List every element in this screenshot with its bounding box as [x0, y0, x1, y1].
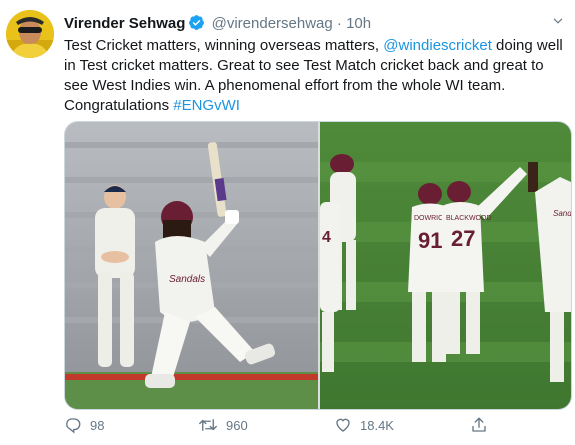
photo-batsman[interactable]: Sandals	[65, 122, 318, 409]
photo-celebration[interactable]: 4 DOWRICH 91 BLACKWOOD 27 San	[320, 122, 571, 409]
verified-badge-icon	[188, 14, 205, 36]
chevron-down-icon[interactable]	[551, 14, 565, 31]
retweet-icon	[198, 416, 218, 434]
jersey-sponsor-text: Sandals	[553, 209, 571, 218]
tweet-card[interactable]: Virender Sehwag @virendersehwag · 10h Te…	[0, 0, 575, 445]
retweet-button[interactable]: 960	[198, 416, 248, 434]
reply-icon	[64, 416, 82, 434]
tweet-text-part: Test Cricket matters, winning overseas m…	[64, 37, 384, 54]
tweet-actions: 98 960 18.4K	[64, 416, 554, 440]
author-name[interactable]: Virender Sehwag	[64, 15, 185, 32]
reply-button[interactable]: 98	[64, 416, 104, 434]
author-handle[interactable]: @virendersehwag	[212, 15, 333, 32]
tweet-header: Virender Sehwag @virendersehwag · 10h	[64, 14, 371, 36]
share-button[interactable]	[470, 416, 488, 434]
retweet-count: 960	[226, 417, 248, 433]
tweet-text: Test Cricket matters, winning overseas m…	[64, 36, 570, 116]
heart-icon	[334, 416, 352, 434]
mention-link[interactable]: @windiescricket	[383, 37, 492, 54]
tweet-timestamp[interactable]: 10h	[346, 15, 371, 32]
reply-count: 98	[90, 417, 105, 433]
media-grid: Sandals 4 DOWRICH 91 BLACKWOOD 27 San	[64, 121, 572, 410]
separator-dot: ·	[336, 15, 342, 32]
jersey-sponsor-text: Sandals	[169, 274, 205, 285]
jersey-number: 27	[451, 226, 475, 251]
avatar[interactable]	[6, 10, 54, 58]
like-count: 18.4K	[360, 417, 394, 433]
jersey-number: 4	[322, 229, 331, 246]
jersey-number: 91	[418, 228, 442, 253]
hashtag-link[interactable]: #ENGvWI	[173, 97, 240, 114]
like-button[interactable]: 18.4K	[334, 416, 394, 434]
player-name: BLACKWOOD	[446, 215, 492, 222]
share-icon	[470, 416, 488, 434]
